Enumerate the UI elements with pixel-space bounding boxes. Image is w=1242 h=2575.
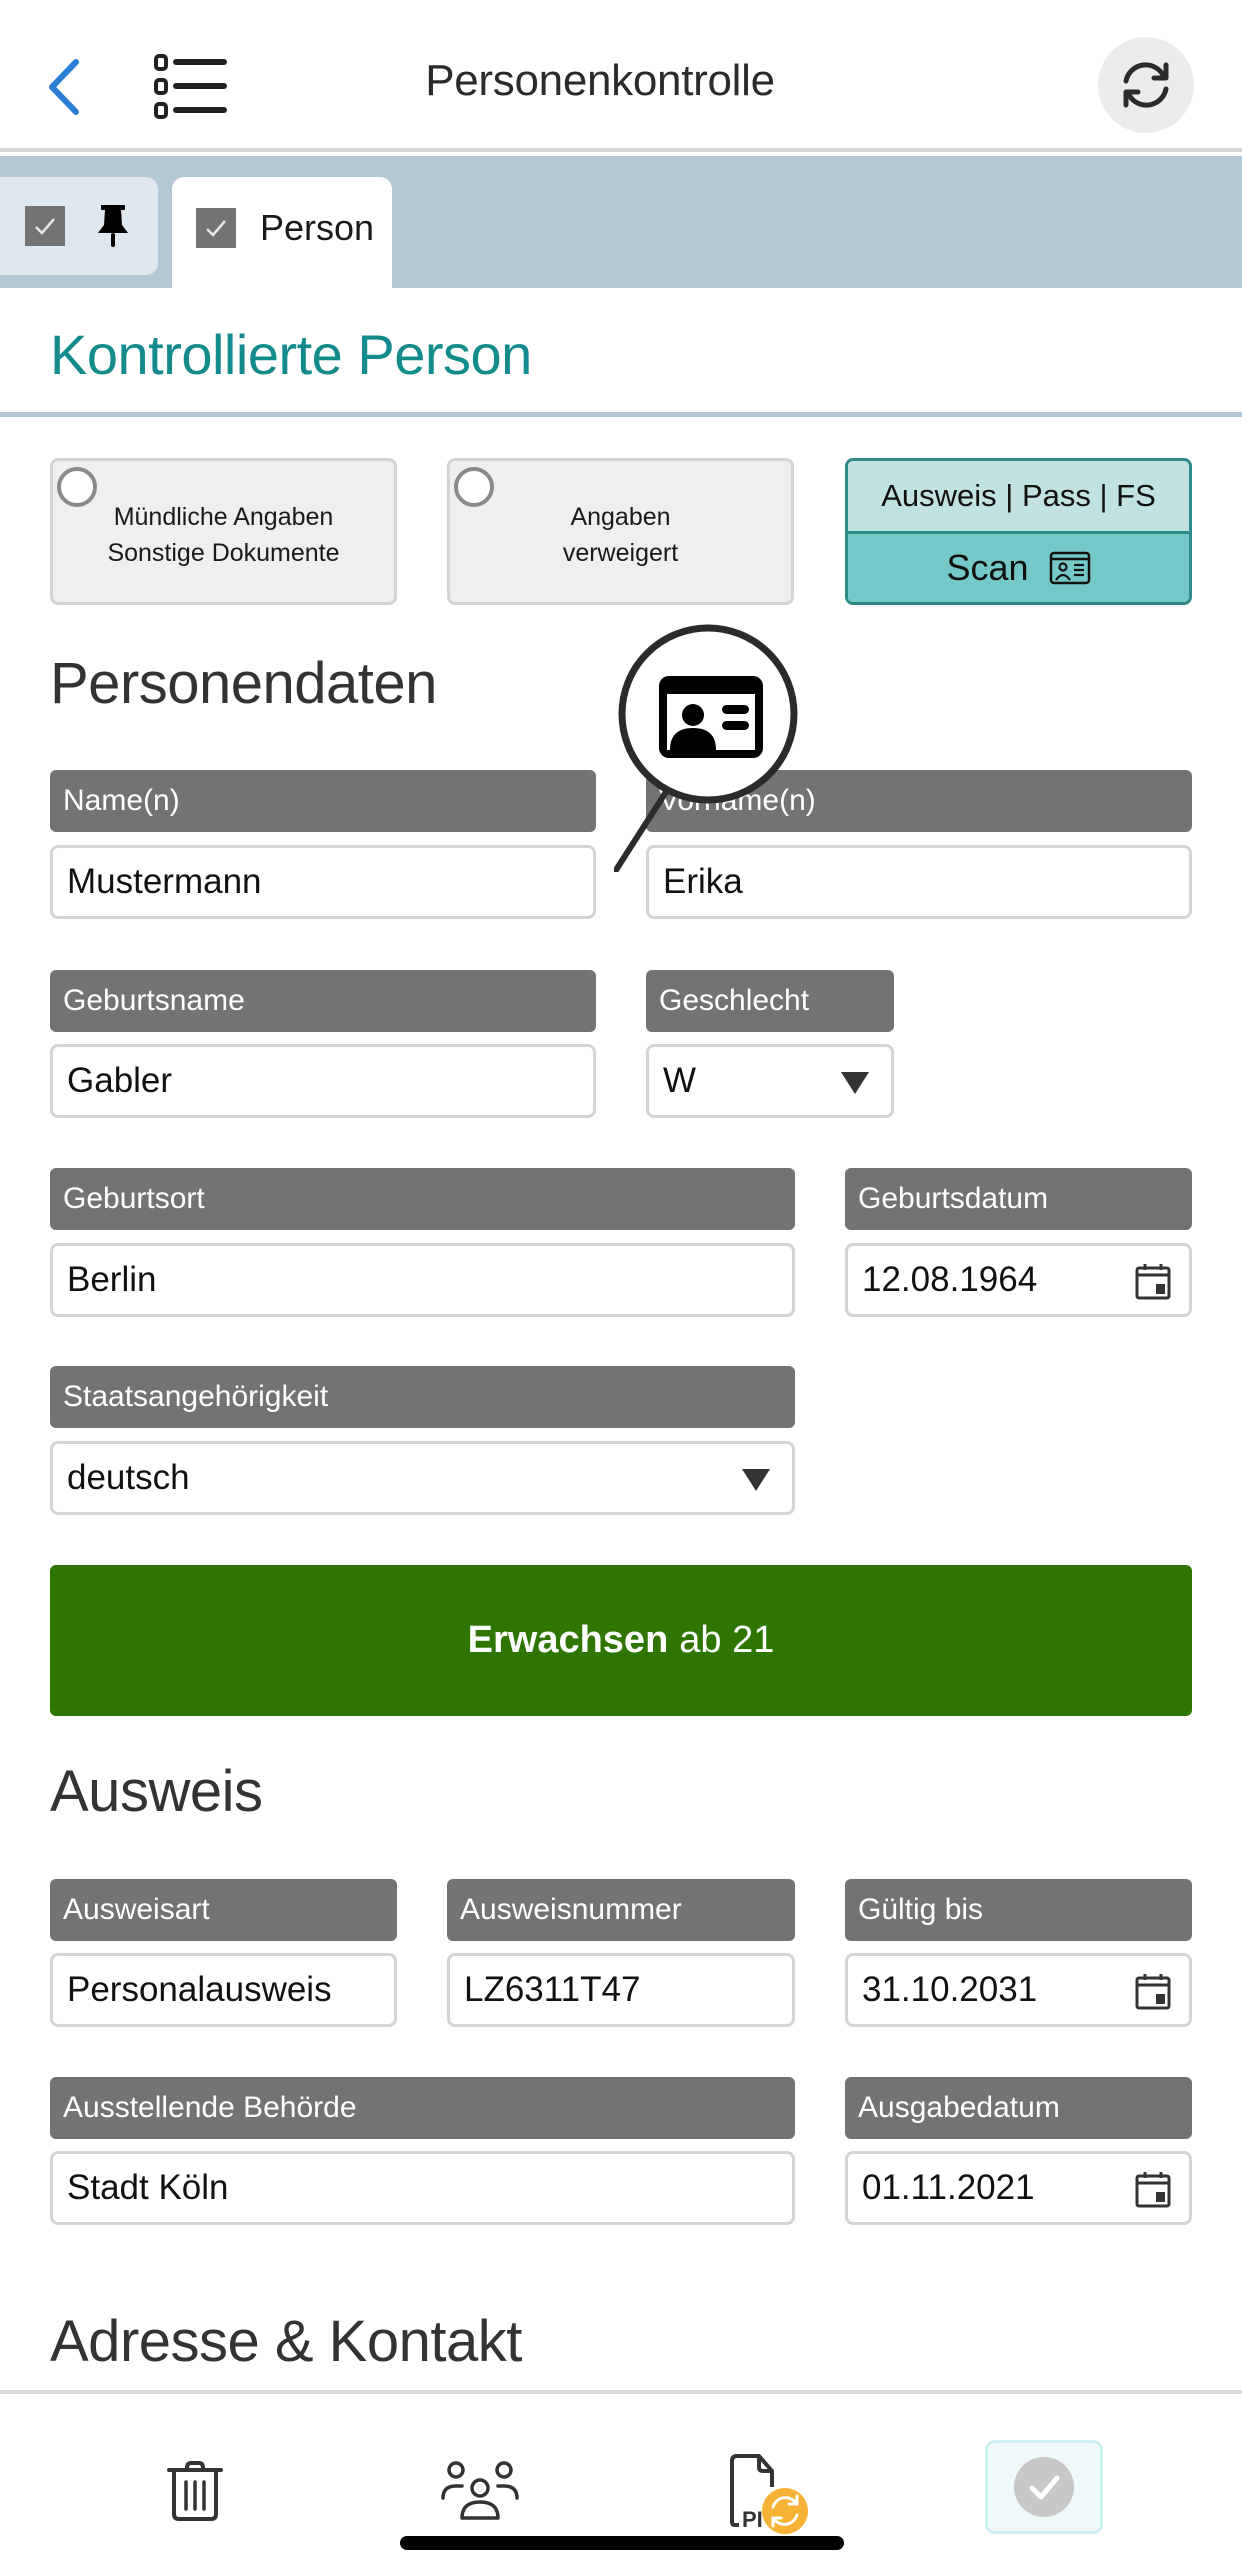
svg-text:PI: PI bbox=[742, 2507, 763, 2532]
vorname-value: Erika bbox=[663, 862, 743, 901]
scan-label: Scan bbox=[946, 547, 1029, 588]
pdf-sync-button[interactable]: PI bbox=[720, 2438, 830, 2548]
page-title: Personenkontrolle bbox=[425, 56, 775, 105]
scan-document-types: Ausweis | Pass | FS bbox=[848, 461, 1189, 534]
geburtsort-input[interactable]: Berlin bbox=[50, 1243, 795, 1317]
refresh-button[interactable] bbox=[1098, 37, 1194, 133]
behoerde-input[interactable]: Stadt Köln bbox=[50, 2151, 795, 2225]
people-icon bbox=[441, 2461, 519, 2520]
name-value: Mustermann bbox=[67, 862, 262, 901]
ausgabedatum-label: Ausgabedatum bbox=[845, 2077, 1192, 2139]
ausgabedatum-value: 01.11.2021 bbox=[862, 2168, 1035, 2207]
delete-button[interactable] bbox=[150, 2446, 240, 2536]
geburtsdatum-input[interactable]: 12.08.1964 bbox=[845, 1243, 1192, 1317]
persons-button[interactable] bbox=[435, 2446, 525, 2536]
calendar-icon[interactable] bbox=[1135, 1262, 1171, 1300]
ausweisart-value: Personalausweis bbox=[67, 1970, 332, 2009]
geburtsname-label: Geburtsname bbox=[50, 970, 596, 1032]
geschlecht-value: W bbox=[663, 1061, 697, 1100]
tab-checkbox[interactable] bbox=[196, 207, 236, 248]
section-title: Kontrollierte Person bbox=[50, 323, 532, 386]
vorname-label: Vorname(n) bbox=[646, 770, 1192, 832]
pin-icon bbox=[98, 205, 128, 247]
adresse-heading: Adresse & Kontakt bbox=[50, 2309, 522, 2374]
gueltig-bis-label: Gültig bis bbox=[845, 1879, 1192, 1941]
tab-person[interactable]: Person bbox=[172, 177, 392, 288]
ausweisnummer-label: Ausweisnummer bbox=[447, 1879, 795, 1941]
checkmark-icon bbox=[206, 219, 226, 237]
option-label: Mündliche Angaben Sonstige Dokumente bbox=[53, 499, 394, 571]
dropdown-arrow-icon bbox=[841, 1072, 869, 1094]
geburtsdatum-value: 12.08.1964 bbox=[862, 1260, 1038, 1299]
back-button[interactable] bbox=[40, 52, 90, 122]
section-divider bbox=[0, 412, 1242, 417]
calendar-icon[interactable] bbox=[1135, 2170, 1171, 2208]
option-label-line: Sonstige Dokumente bbox=[107, 539, 340, 567]
geschlecht-label: Geschlecht bbox=[646, 970, 894, 1032]
behoerde-value: Stadt Köln bbox=[67, 2168, 229, 2207]
ausweisnummer-value: LZ6311T47 bbox=[464, 1970, 641, 2009]
ausweisart-input[interactable]: Personalausweis bbox=[50, 1953, 397, 2027]
ausgabedatum-input[interactable]: 01.11.2021 bbox=[845, 2151, 1192, 2225]
personendaten-heading: Personendaten bbox=[50, 651, 437, 716]
scan-document-button[interactable]: Ausweis | Pass | FS Scan bbox=[845, 458, 1192, 605]
menu-list-button[interactable] bbox=[150, 50, 230, 122]
geburtsort-value: Berlin bbox=[67, 1260, 157, 1299]
option-label-line: verweigert bbox=[562, 539, 679, 567]
home-indicator bbox=[400, 2536, 844, 2550]
gueltig-bis-input[interactable]: 31.10.2031 bbox=[845, 1953, 1192, 2027]
ausweisnummer-input[interactable]: LZ6311T47 bbox=[447, 1953, 795, 2027]
staatsangehoerigkeit-select[interactable]: deutsch bbox=[50, 1441, 795, 1515]
name-label: Name(n) bbox=[50, 770, 596, 832]
option-label: Angaben verweigert bbox=[450, 499, 791, 571]
calendar-icon[interactable] bbox=[1135, 1972, 1171, 2010]
trash-icon bbox=[167, 2461, 223, 2521]
behoerde-label: Ausstellende Behörde bbox=[50, 2077, 795, 2139]
geburtsname-input[interactable]: Gabler bbox=[50, 1044, 596, 1118]
ausweisart-label: Ausweisart bbox=[50, 1879, 397, 1941]
age-status-rest: ab 21 bbox=[679, 1619, 775, 1661]
dropdown-arrow-icon bbox=[742, 1469, 770, 1491]
ausweis-heading: Ausweis bbox=[50, 1759, 263, 1824]
gueltig-bis-value: 31.10.2031 bbox=[862, 1970, 1038, 2009]
tab-bar: Person bbox=[0, 156, 1242, 288]
pdf-sync-icon: PI bbox=[730, 2454, 808, 2534]
geburtsort-label: Geburtsort bbox=[50, 1168, 795, 1230]
geburtsdatum-label: Geburtsdatum bbox=[845, 1168, 1192, 1230]
magnifier-id-card-icon bbox=[614, 624, 798, 872]
scan-action[interactable]: Scan bbox=[848, 534, 1189, 602]
app-header: Personenkontrolle bbox=[0, 0, 1242, 152]
chevron-left-icon bbox=[49, 59, 79, 115]
confirm-button[interactable] bbox=[985, 2440, 1103, 2534]
tab-checkbox[interactable] bbox=[25, 206, 65, 246]
option-oral-other-docs[interactable]: Mündliche Angaben Sonstige Dokumente bbox=[50, 458, 397, 605]
list-icon bbox=[154, 54, 227, 119]
option-label-line: Mündliche Angaben bbox=[113, 503, 334, 531]
geschlecht-select[interactable]: W bbox=[646, 1044, 894, 1118]
confirm-check-icon bbox=[1014, 2457, 1074, 2517]
tab-label: Person bbox=[260, 206, 375, 248]
checkmark-icon bbox=[35, 218, 55, 235]
name-input[interactable]: Mustermann bbox=[50, 845, 596, 919]
tab-pinned[interactable] bbox=[0, 177, 158, 275]
refresh-icon bbox=[1123, 62, 1169, 108]
staatsangehoerigkeit-label: Staatsangehörigkeit bbox=[50, 1366, 795, 1428]
age-status-bold: Erwachsen bbox=[467, 1619, 669, 1661]
age-status-button[interactable]: Erwachsen ab 21 bbox=[50, 1565, 1192, 1716]
staatsangehoerigkeit-value: deutsch bbox=[67, 1458, 190, 1497]
option-label-line: Angaben bbox=[570, 503, 671, 531]
geburtsname-value: Gabler bbox=[67, 1061, 173, 1100]
id-card-icon bbox=[1049, 551, 1090, 585]
option-refused[interactable]: Angaben verweigert bbox=[447, 458, 794, 605]
vorname-input[interactable]: Erika bbox=[646, 845, 1192, 919]
